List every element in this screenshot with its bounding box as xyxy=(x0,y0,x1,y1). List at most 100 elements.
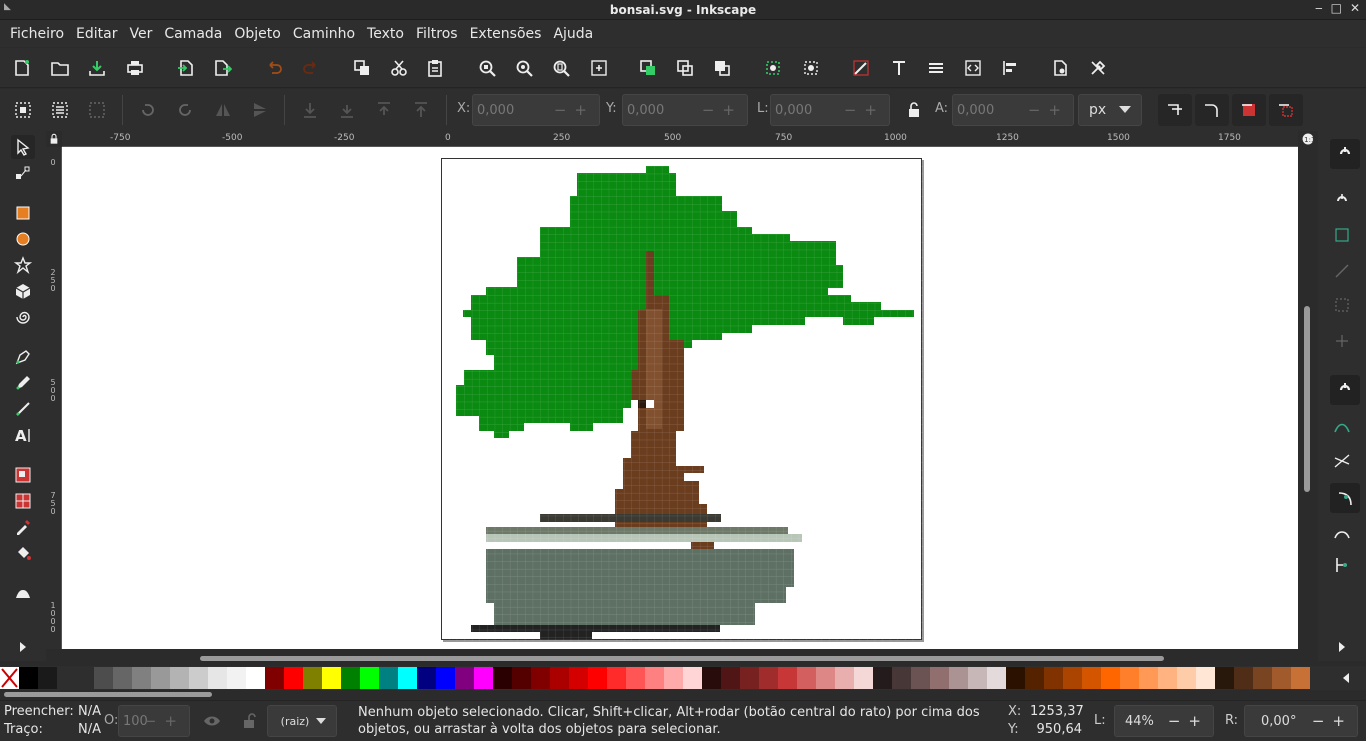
mesh-tool-icon[interactable] xyxy=(11,489,35,513)
color-swatch[interactable] xyxy=(38,667,57,689)
xml-editor-icon[interactable] xyxy=(961,56,985,80)
color-swatch[interactable] xyxy=(816,667,835,689)
lower-to-bottom-icon[interactable] xyxy=(298,98,322,122)
color-swatch[interactable] xyxy=(1139,667,1158,689)
color-swatch[interactable] xyxy=(322,667,341,689)
snap-cusp-nodes-icon[interactable] xyxy=(1330,483,1360,513)
color-swatch[interactable] xyxy=(360,667,379,689)
deselect-icon[interactable] xyxy=(85,98,109,122)
window-menu-icon[interactable]: ◣ xyxy=(4,2,11,12)
color-swatch[interactable] xyxy=(436,667,455,689)
rotation-field[interactable]: −+ xyxy=(1244,705,1358,737)
color-swatch[interactable] xyxy=(1177,667,1196,689)
color-swatch[interactable] xyxy=(208,667,227,689)
color-swatch[interactable] xyxy=(854,667,873,689)
color-swatch[interactable] xyxy=(512,667,531,689)
horizontal-scrollbar[interactable] xyxy=(200,656,1164,661)
color-swatch[interactable] xyxy=(341,667,360,689)
height-field[interactable]: −+ xyxy=(952,94,1074,126)
visibility-icon[interactable] xyxy=(200,709,224,733)
color-swatch[interactable] xyxy=(588,667,607,689)
color-swatch[interactable] xyxy=(189,667,208,689)
color-swatch[interactable] xyxy=(797,667,816,689)
snap-intersections-icon[interactable] xyxy=(1330,449,1354,473)
scale-stroke-button[interactable] xyxy=(1158,94,1192,126)
x-field[interactable]: −+ xyxy=(472,94,600,126)
rotate-ccw-icon[interactable] xyxy=(136,98,160,122)
color-swatch[interactable] xyxy=(911,667,930,689)
align-distribute-icon[interactable] xyxy=(998,56,1022,80)
fill-stroke-icon[interactable] xyxy=(849,56,873,80)
color-swatch[interactable] xyxy=(702,667,721,689)
unit-select[interactable]: px xyxy=(1078,94,1142,126)
select-all-layers-icon[interactable] xyxy=(48,98,72,122)
snap-bbox-midpoints-icon[interactable] xyxy=(1330,293,1354,317)
flip-horizontal-icon[interactable] xyxy=(211,98,235,122)
close-icon[interactable]: ✕ xyxy=(1350,1,1360,15)
snap-line-midpoints-icon[interactable] xyxy=(1330,553,1354,577)
lock-proportions-icon[interactable] xyxy=(902,98,926,122)
tweak-tool-icon[interactable] xyxy=(11,581,35,605)
color-swatch[interactable] xyxy=(246,667,265,689)
menu-texto[interactable]: Texto xyxy=(361,26,410,42)
duplicate-icon[interactable] xyxy=(350,56,374,80)
raise-one-icon[interactable] xyxy=(372,98,396,122)
flip-vertical-icon[interactable] xyxy=(248,98,272,122)
raise-icon[interactable] xyxy=(710,56,734,80)
color-swatch[interactable] xyxy=(265,667,284,689)
color-swatch[interactable] xyxy=(873,667,892,689)
new-document-icon[interactable] xyxy=(10,56,34,80)
zoom-selection-icon[interactable] xyxy=(475,56,499,80)
color-swatch[interactable] xyxy=(968,667,987,689)
3d-box-tool-icon[interactable] xyxy=(11,279,35,303)
color-swatch[interactable] xyxy=(835,667,854,689)
rotation-input[interactable] xyxy=(1245,713,1301,729)
color-swatch[interactable] xyxy=(417,667,436,689)
snap-bbox-center-icon[interactable] xyxy=(1330,329,1354,353)
ruler-lock-icon[interactable] xyxy=(46,131,62,147)
toolbox-expand-icon[interactable] xyxy=(11,635,35,659)
canvas[interactable] xyxy=(62,147,1298,649)
color-swatch[interactable] xyxy=(398,667,417,689)
color-swatch[interactable] xyxy=(1101,667,1120,689)
color-swatch[interactable] xyxy=(94,667,113,689)
color-swatch[interactable] xyxy=(1196,667,1215,689)
pencil-tool-icon[interactable] xyxy=(11,371,35,395)
color-swatch[interactable] xyxy=(569,667,588,689)
color-swatch[interactable] xyxy=(1272,667,1291,689)
move-patterns-button[interactable] xyxy=(1269,94,1303,126)
color-swatch[interactable] xyxy=(1234,667,1253,689)
raise-to-top-icon[interactable] xyxy=(409,98,433,122)
color-swatch[interactable] xyxy=(550,667,569,689)
redo-icon[interactable] xyxy=(299,56,323,80)
import-icon[interactable] xyxy=(174,56,198,80)
snap-smooth-nodes-icon[interactable] xyxy=(1330,521,1354,545)
x-input[interactable] xyxy=(473,102,563,118)
rectangle-tool-icon[interactable] xyxy=(11,201,35,225)
star-tool-icon[interactable] xyxy=(11,253,35,277)
rotate-cw-icon[interactable] xyxy=(173,98,197,122)
ungroup-icon[interactable] xyxy=(673,56,697,80)
color-swatch[interactable] xyxy=(1120,667,1139,689)
color-swatch[interactable] xyxy=(892,667,911,689)
color-swatch[interactable] xyxy=(531,667,550,689)
palette-menu-icon[interactable] xyxy=(1336,666,1356,690)
opacity-field[interactable]: −+ xyxy=(118,705,190,737)
color-swatch[interactable] xyxy=(759,667,778,689)
color-swatch[interactable] xyxy=(987,667,1006,689)
layers-icon[interactable] xyxy=(924,56,948,80)
color-swatch[interactable] xyxy=(683,667,702,689)
paint-bucket-tool-icon[interactable] xyxy=(11,541,35,565)
snap-bbox-corners-icon[interactable] xyxy=(1330,259,1354,283)
color-swatch[interactable] xyxy=(474,667,493,689)
menu-filtros[interactable]: Filtros xyxy=(410,26,464,42)
color-swatch[interactable] xyxy=(930,667,949,689)
color-swatch[interactable] xyxy=(303,667,322,689)
color-swatch[interactable] xyxy=(1006,667,1025,689)
snap-nodes-toggle-icon[interactable] xyxy=(1330,375,1360,405)
palette-scrollbar[interactable] xyxy=(4,692,212,697)
paste-icon[interactable] xyxy=(423,56,447,80)
color-swatch[interactable] xyxy=(455,667,474,689)
bonsai-artwork[interactable] xyxy=(442,159,923,641)
document-properties-icon[interactable] xyxy=(1048,56,1072,80)
